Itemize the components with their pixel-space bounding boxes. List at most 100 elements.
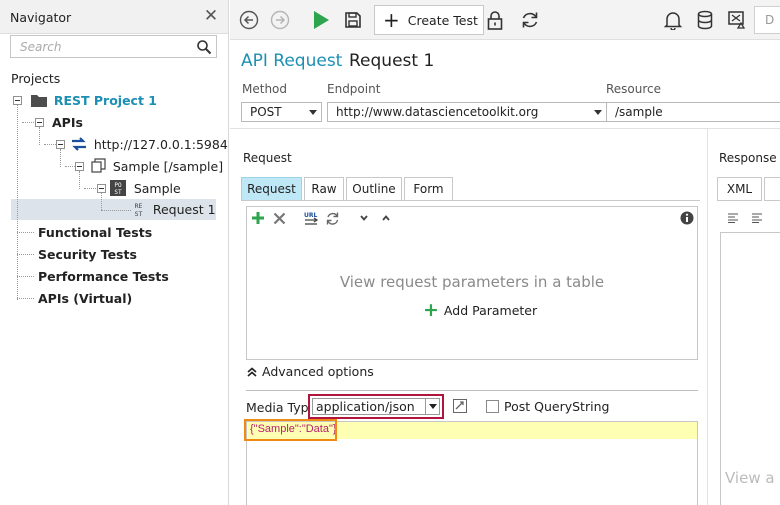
- info-icon: [680, 211, 694, 225]
- tree-item-virtual-apis[interactable]: APIs (Virtual): [38, 288, 132, 309]
- parameters-table: URL View request parameters in a table +…: [246, 206, 698, 360]
- tree-item-method[interactable]: PO ST Sample: [110, 178, 181, 199]
- endpoint-select[interactable]: http://www.datasciencetoolkit.org: [327, 102, 607, 122]
- align-left-icon[interactable]: [727, 213, 739, 223]
- tree-toggle[interactable]: [13, 96, 22, 105]
- database-button[interactable]: [695, 8, 715, 32]
- tab-response-next[interactable]: [764, 177, 780, 201]
- tab-response-xml[interactable]: XML: [717, 177, 762, 201]
- main-toolbar: + Create Test D: [230, 0, 780, 40]
- revert-button[interactable]: [324, 210, 340, 226]
- chevron-up-icon: [382, 215, 390, 221]
- back-button[interactable]: [238, 8, 260, 32]
- virtual-service-icon: [728, 11, 746, 29]
- tree-toggle[interactable]: [75, 162, 84, 171]
- save-button[interactable]: [343, 8, 363, 32]
- svg-text:ST: ST: [135, 210, 143, 217]
- tab-raw[interactable]: Raw: [304, 177, 344, 201]
- create-test-label: Create Test: [407, 12, 478, 28]
- header-divider: [230, 128, 780, 129]
- bell-icon: [664, 12, 682, 30]
- virtual-service-button[interactable]: [726, 8, 748, 32]
- tree-item-label: Performance Tests: [38, 269, 169, 284]
- response-panel-label: Response: [719, 151, 777, 165]
- toolbar-overflow-item[interactable]: D: [754, 6, 780, 34]
- tree-toggle[interactable]: [56, 140, 65, 149]
- move-up-button[interactable]: [378, 210, 394, 226]
- endpoint-label: Endpoint: [327, 82, 381, 96]
- tree-item-label: APIs (Virtual): [38, 291, 133, 306]
- resource-value: /sample: [615, 105, 663, 119]
- url-encode-icon: URL: [304, 212, 319, 225]
- method-value: POST: [250, 105, 282, 119]
- panel-splitter[interactable]: [707, 129, 708, 505]
- chevron-down-icon: [425, 399, 439, 414]
- swap-arrows-icon: [72, 137, 86, 151]
- navigator-search: [10, 35, 217, 58]
- tree-item-project[interactable]: REST Project 1: [31, 90, 157, 111]
- notifications-button[interactable]: [663, 8, 683, 32]
- tab-request[interactable]: Request: [241, 177, 302, 201]
- tab-outline[interactable]: Outline: [346, 177, 402, 201]
- lock-button[interactable]: [485, 8, 505, 32]
- tab-form[interactable]: Form: [404, 177, 453, 201]
- move-down-button[interactable]: [356, 210, 372, 226]
- save-icon: [345, 12, 361, 28]
- run-button[interactable]: [311, 8, 331, 32]
- add-parameter-label: Add Parameter: [443, 302, 538, 318]
- post-querystring-checkbox[interactable]: [486, 400, 499, 413]
- plus-icon: +: [383, 8, 400, 32]
- chevron-down-icon: [360, 215, 368, 221]
- tree-item-apis[interactable]: APIs: [52, 112, 83, 133]
- chevron-up-double-icon: [247, 366, 257, 377]
- tree-item-performance-tests[interactable]: Performance Tests: [38, 266, 169, 287]
- tree-item-label: http://127.0.0.1:5984: [93, 137, 228, 152]
- tabs-baseline: [241, 200, 700, 201]
- tree-item-resource[interactable]: Sample [/sample]: [91, 156, 223, 177]
- endpoint-value: http://www.datasciencetoolkit.org: [336, 105, 539, 119]
- media-type-select[interactable]: application/json: [308, 394, 444, 419]
- align-left-icon[interactable]: [751, 213, 763, 223]
- svg-text:PO: PO: [114, 182, 122, 189]
- search-input[interactable]: [11, 36, 191, 57]
- resource-input[interactable]: /sample: [606, 102, 780, 122]
- response-empty-message: View a: [725, 469, 775, 487]
- forward-button[interactable]: [269, 8, 291, 32]
- refresh-icon: [326, 212, 338, 225]
- info-button[interactable]: [679, 210, 695, 226]
- resource-label: Resource: [606, 82, 662, 96]
- svg-text:RE: RE: [135, 202, 143, 210]
- editor-type-title: API Request: [241, 51, 343, 71]
- tree-item-request[interactable]: RE ST Request 1: [131, 199, 216, 220]
- tree-item-label: Request 1: [152, 202, 216, 217]
- search-icon[interactable]: [196, 39, 212, 55]
- add-parameter-link[interactable]: + Add Parameter: [423, 301, 538, 320]
- refresh-button[interactable]: [519, 8, 541, 32]
- url-encode-button[interactable]: URL: [303, 210, 319, 226]
- post-querystring-option[interactable]: Post QueryString: [486, 399, 609, 414]
- advanced-options-label: Advanced options: [262, 364, 374, 379]
- tree-item-service[interactable]: http://127.0.0.1:5984: [71, 134, 228, 155]
- tree-item-label: Sample: [133, 181, 181, 196]
- media-type-label: Media Type: [246, 400, 317, 415]
- method-select[interactable]: POST: [241, 102, 322, 122]
- resource-icon: [91, 158, 106, 173]
- svg-text:URL: URL: [304, 212, 317, 219]
- tree-item-label: APIs: [52, 115, 83, 130]
- delete-icon: [273, 212, 285, 224]
- tree-item-label: Functional Tests: [38, 225, 153, 240]
- tree-toggle[interactable]: [35, 118, 44, 127]
- create-test-button[interactable]: + Create Test: [374, 5, 484, 35]
- add-param-button[interactable]: [250, 210, 266, 226]
- advanced-options-toggle[interactable]: Advanced options: [246, 364, 374, 379]
- back-arrow-icon: [239, 10, 259, 30]
- method-label: Method: [242, 82, 288, 96]
- tree-item-functional-tests[interactable]: Functional Tests: [38, 222, 152, 243]
- tree-item-label: REST Project 1: [53, 93, 157, 108]
- close-icon[interactable]: ✕: [203, 6, 219, 26]
- media-type-edit-icon[interactable]: [453, 399, 467, 413]
- tree-toggle[interactable]: [97, 184, 106, 193]
- tree-item-security-tests[interactable]: Security Tests: [38, 244, 137, 265]
- play-icon: [314, 11, 329, 29]
- remove-param-button[interactable]: [271, 210, 287, 226]
